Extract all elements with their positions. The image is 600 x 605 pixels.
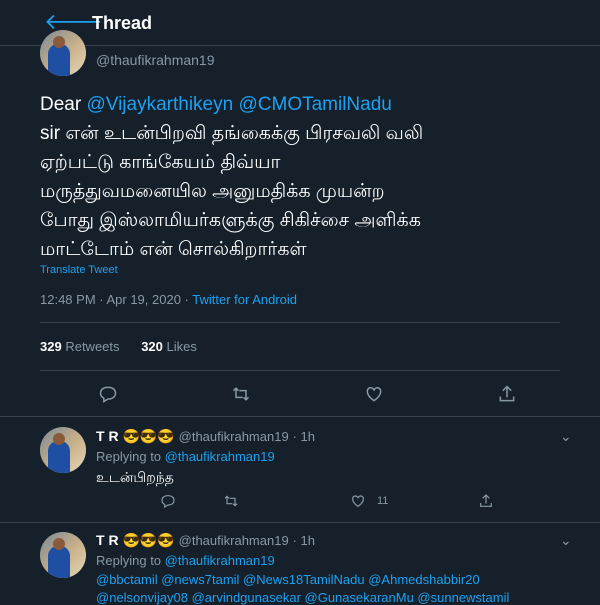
translate-tweet-link[interactable]: Translate Tweet bbox=[40, 264, 118, 276]
retweet-icon[interactable] bbox=[230, 384, 252, 404]
retweets-stat[interactable]: 329 Retweets bbox=[40, 339, 120, 354]
like-icon[interactable] bbox=[350, 493, 366, 509]
avatar[interactable] bbox=[40, 427, 86, 473]
avatar[interactable] bbox=[40, 30, 86, 76]
reply-time: · 1h bbox=[292, 429, 315, 444]
chevron-down-icon[interactable]: ⌄ bbox=[560, 428, 572, 445]
reply-time: · 1h bbox=[292, 533, 315, 548]
reply-author[interactable]: T R 😎😎😎 @thaufikrahman19 · 1h bbox=[96, 428, 315, 445]
mentions-line[interactable]: @nelsonvijay08 @arvindgunasekar @Gunasek… bbox=[96, 590, 509, 605]
replying-to: Replying to @thaufikrahman19 bbox=[96, 553, 275, 568]
emoji: 😎😎😎 bbox=[122, 428, 175, 444]
tweet-line: மாட்டோம் என் சொல்கிறார்கள் bbox=[40, 239, 307, 260]
reply-icon[interactable] bbox=[98, 384, 118, 404]
share-icon[interactable] bbox=[478, 492, 494, 510]
share-icon[interactable] bbox=[497, 383, 517, 405]
tweet-line: போது இஸ்லாமியர்களுக்கு சிகிச்சை அளிக்க bbox=[40, 210, 421, 231]
avatar[interactable] bbox=[40, 532, 86, 578]
tweet-stats: 329 Retweets 320 Likes bbox=[40, 339, 197, 354]
divider bbox=[40, 370, 560, 371]
emoji: 😎😎😎 bbox=[122, 532, 175, 548]
tweet-handle[interactable]: @thaufikrahman19 bbox=[96, 52, 215, 68]
likes-stat[interactable]: 320 Likes bbox=[141, 339, 197, 354]
chevron-down-icon[interactable]: ⌄ bbox=[560, 532, 572, 549]
reply-handle: @thaufikrahman19 bbox=[178, 429, 289, 444]
reply-author[interactable]: T R 😎😎😎 @thaufikrahman19 · 1h bbox=[96, 532, 315, 549]
source-app-link[interactable]: Twitter for Android bbox=[192, 292, 297, 307]
like-icon[interactable] bbox=[364, 384, 384, 404]
reply-text: உடன்பிறந்த bbox=[96, 469, 174, 485]
mention-link[interactable]: @CMOTamilNadu bbox=[238, 94, 391, 115]
mentions-line[interactable]: @bbctamil @news7tamil @News18TamilNadu @… bbox=[96, 572, 480, 587]
like-count: 11 bbox=[377, 495, 389, 507]
mention-link[interactable]: @Vijaykarthikeyn bbox=[86, 94, 233, 115]
divider bbox=[0, 522, 600, 523]
divider bbox=[0, 416, 600, 417]
retweet-icon[interactable] bbox=[222, 493, 240, 509]
reply-icon[interactable] bbox=[160, 493, 176, 509]
thread-header: 🡐 Thread bbox=[0, 0, 600, 46]
divider bbox=[40, 322, 560, 323]
replying-to: Replying to @thaufikrahman19 bbox=[96, 449, 275, 464]
page-title: Thread bbox=[92, 13, 153, 33]
tweet-timestamp: 12:48 PM · Apr 19, 2020 · Twitter for An… bbox=[40, 292, 298, 307]
tweet-line: sir என் உடன்பிறவி தங்கைக்கு பிரசவலி வலி bbox=[40, 123, 424, 144]
tweet-line: ஏற்பட்டு காங்கேயம் திவ்யா bbox=[40, 152, 281, 173]
mention-link[interactable]: @thaufikrahman19 bbox=[165, 553, 275, 568]
mention-link[interactable]: @thaufikrahman19 bbox=[165, 449, 275, 464]
reply-handle: @thaufikrahman19 bbox=[178, 533, 289, 548]
tweet-text: Dear @Vijaykarthikeyn @CMOTamilNadu sir … bbox=[40, 90, 580, 264]
tweet-line: மருத்துவமனையில அனுமதிக்க முயன்ற bbox=[40, 181, 385, 202]
